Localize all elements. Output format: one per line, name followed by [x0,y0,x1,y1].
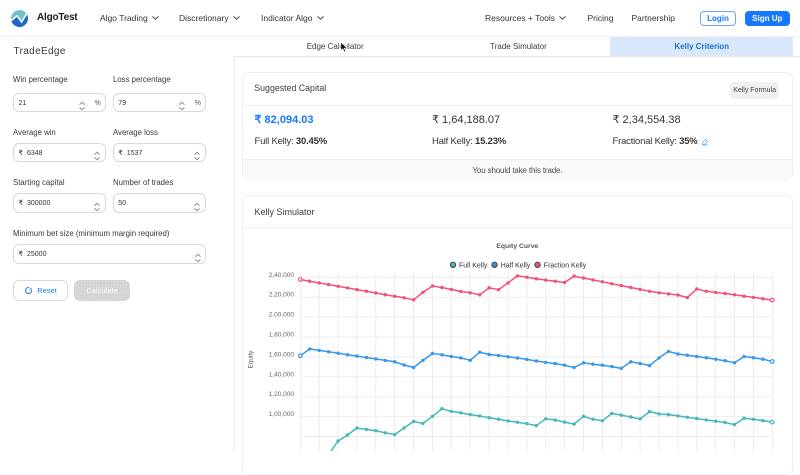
svg-text:1,60,000: 1,60,000 [269,351,295,358]
svg-text:Equity: Equity [248,350,255,369]
svg-text:1,40,000: 1,40,000 [269,371,295,378]
svg-text:Half Kelly: Half Kelly [501,262,531,269]
svg-text:Fraction Kelly: Fraction Kelly [544,262,587,269]
svg-text:Full Kelly: Full Kelly [459,262,488,269]
svg-text:2,00,000: 2,00,000 [269,312,295,319]
svg-text:2,40,000: 2,40,000 [269,272,295,279]
svg-text:1,20,000: 1,20,000 [269,391,295,398]
svg-text:2,20,000: 2,20,000 [269,292,295,299]
svg-text:Equity Curve: Equity Curve [496,243,538,250]
svg-text:1,00,000: 1,00,000 [269,411,295,418]
svg-text:1,80,000: 1,80,000 [269,332,295,339]
